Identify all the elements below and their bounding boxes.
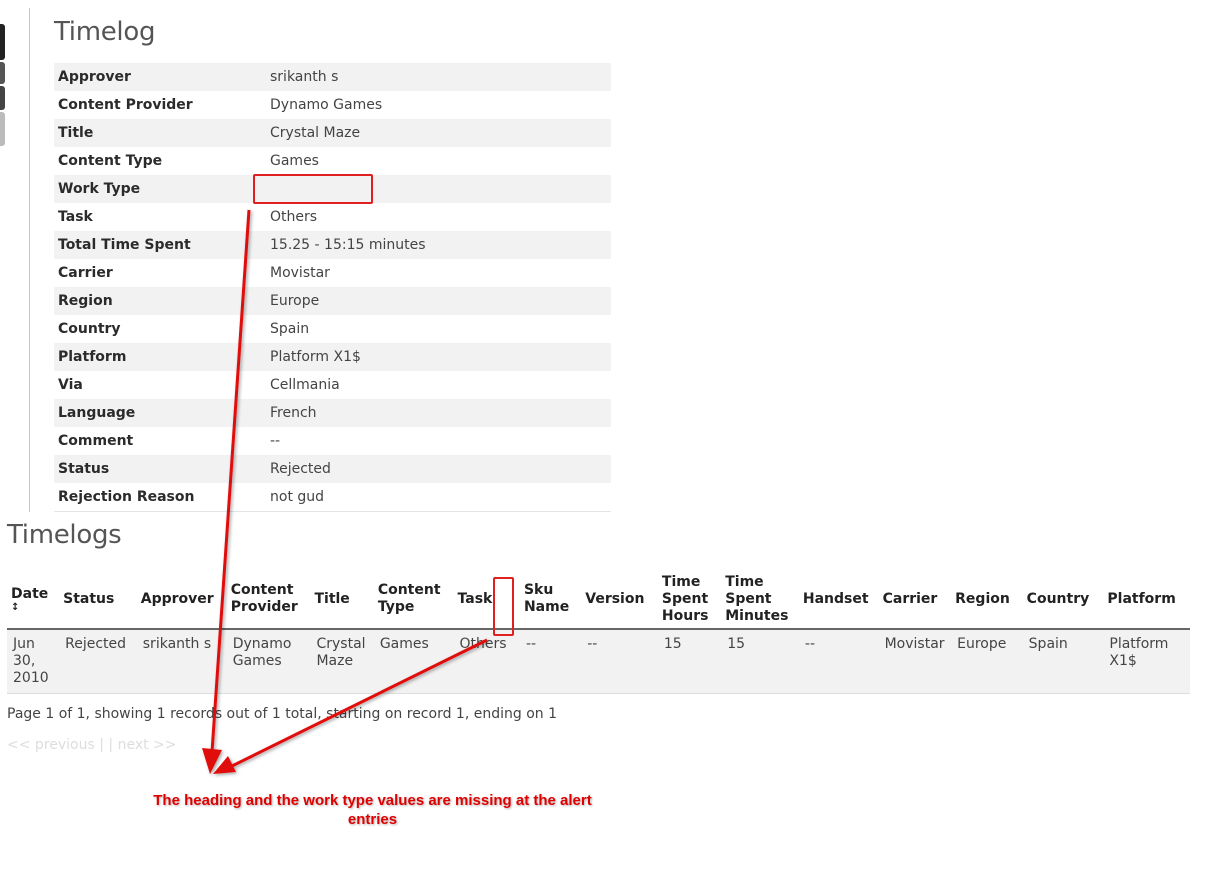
annotation-arrows (202, 209, 488, 774)
arrow-line (231, 638, 488, 768)
annotation-note: The heading and the work type values are… (153, 792, 592, 828)
arrow-line (210, 209, 251, 753)
